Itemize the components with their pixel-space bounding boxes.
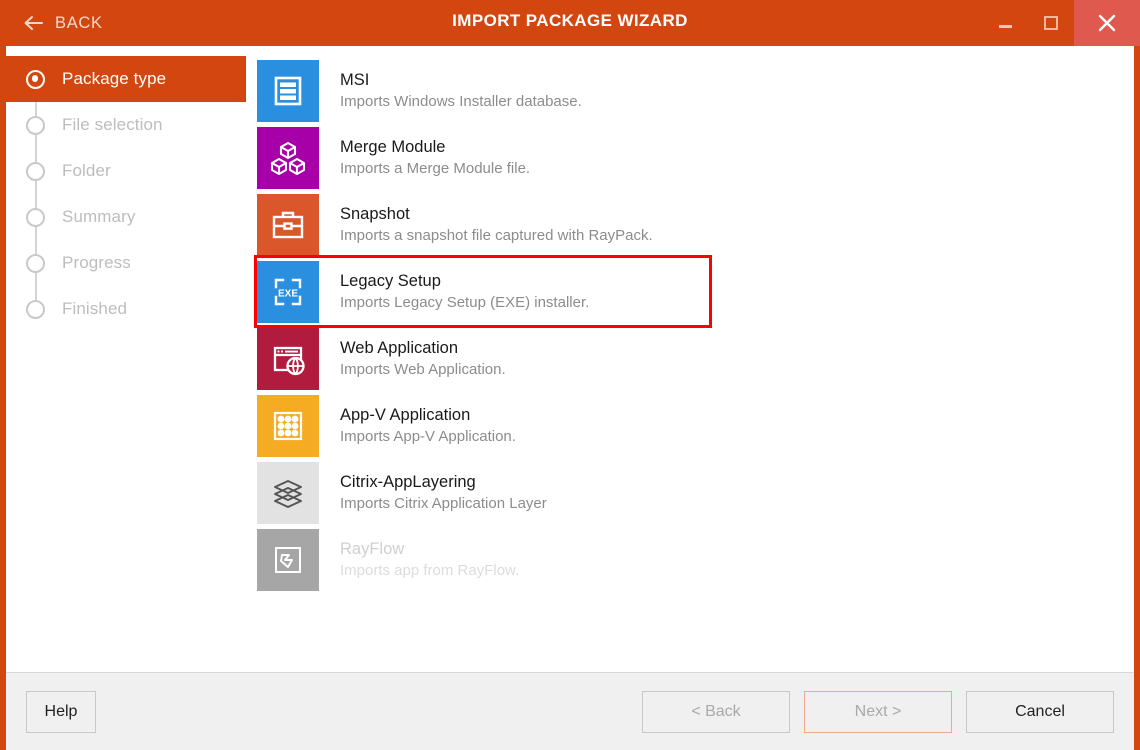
package-type-title: Snapshot [340,203,653,225]
sidebar-item-label: Summary [62,207,135,227]
package-type-option-merge-module[interactable]: Merge Module Imports a Merge Module file… [257,124,709,191]
step-marker-icon [26,208,45,227]
package-type-text: App-V Application Imports App-V Applicat… [340,404,516,448]
window-body: Package type File selection Folder Summa… [6,46,1134,750]
rayflow-download-icon [257,529,319,591]
sidebar-item-label: Finished [62,299,127,319]
package-type-description: Imports a snapshot file captured with Ra… [340,226,653,246]
package-type-title: Legacy Setup [340,270,589,292]
package-type-description: Imports Web Application. [340,360,506,380]
next-nav-button[interactable]: Next > [804,691,952,733]
package-type-description: Imports App-V Application. [340,427,516,447]
package-type-option-msi[interactable]: MSI Imports Windows Installer database. [257,57,709,124]
cancel-button[interactable]: Cancel [966,691,1114,733]
back-button[interactable]: BACK [16,9,109,37]
sidebar-item-label: Progress [62,253,131,273]
legacy-setup-exe-icon: EXE [257,261,319,323]
step-marker-icon [26,70,45,89]
sidebar-item-summary[interactable]: Summary [6,194,246,240]
content-area: Package type File selection Folder Summa… [6,46,1134,672]
package-type-title: App-V Application [340,404,516,426]
sidebar-item-folder[interactable]: Folder [6,148,246,194]
import-package-wizard-window: BACK IMPORT PACKAGE WIZARD [0,0,1140,750]
maximize-button[interactable] [1028,0,1074,46]
package-type-option-citrix-applayering[interactable]: Citrix-AppLayering Imports Citrix Applic… [257,459,709,526]
help-button[interactable]: Help [26,691,96,733]
minimize-button[interactable] [982,0,1028,46]
package-type-list: MSI Imports Windows Installer database. [246,46,1134,672]
package-type-option-appv-application[interactable]: App-V Application Imports App-V Applicat… [257,392,709,459]
package-type-description: Imports app from RayFlow. [340,561,519,581]
minimize-icon [999,25,1012,28]
back-nav-button[interactable]: < Back [642,691,790,733]
package-type-title: Citrix-AppLayering [340,471,547,493]
package-type-description: Imports a Merge Module file. [340,159,530,179]
sidebar-item-label: Folder [62,161,111,181]
package-type-text: MSI Imports Windows Installer database. [340,69,582,113]
title-bar: BACK IMPORT PACKAGE WIZARD [0,0,1140,46]
msi-database-icon [257,60,319,122]
step-marker-icon [26,116,45,135]
snapshot-toolbox-icon [257,194,319,256]
back-button-label: BACK [55,14,103,33]
sidebar-item-label: File selection [62,115,163,135]
package-type-text: Merge Module Imports a Merge Module file… [340,136,530,180]
page-title: IMPORT PACKAGE WIZARD [0,11,1140,31]
sidebar-item-progress[interactable]: Progress [6,240,246,286]
merge-module-cubes-icon [257,127,319,189]
package-type-text: Snapshot Imports a snapshot file capture… [340,203,653,247]
package-type-description: Imports Legacy Setup (EXE) installer. [340,293,589,313]
package-type-option-legacy-setup[interactable]: EXE Legacy Setup Imports Legacy Setup (E… [257,258,709,325]
package-type-option-web-application[interactable]: Web Application Imports Web Application. [257,325,709,392]
window-controls [982,0,1140,46]
step-marker-icon [26,162,45,181]
close-icon [1097,13,1117,33]
package-type-text: Legacy Setup Imports Legacy Setup (EXE) … [340,270,589,314]
sidebar-item-package-type[interactable]: Package type [6,56,246,102]
svg-text:EXE: EXE [278,288,298,299]
package-type-option-snapshot[interactable]: Snapshot Imports a snapshot file capture… [257,191,709,258]
package-type-text: Citrix-AppLayering Imports Citrix Applic… [340,471,547,515]
close-button[interactable] [1074,0,1140,46]
package-type-option-rayflow: RayFlow Imports app from RayFlow. [257,526,709,593]
arrow-left-icon [22,12,44,34]
sidebar-item-label: Package type [62,69,166,89]
wizard-steps-sidebar: Package type File selection Folder Summa… [6,46,246,672]
sidebar-item-file-selection[interactable]: File selection [6,102,246,148]
package-type-description: Imports Citrix Application Layer [340,494,547,514]
step-marker-icon [26,300,45,319]
sidebar-item-finished[interactable]: Finished [6,286,246,332]
package-type-text: RayFlow Imports app from RayFlow. [340,538,519,582]
appv-grid-icon [257,395,319,457]
package-type-title: Merge Module [340,136,530,158]
footer-bar: Help < Back Next > Cancel [6,672,1134,750]
package-type-title: MSI [340,69,582,91]
package-type-description: Imports Windows Installer database. [340,92,582,112]
package-type-title: Web Application [340,337,506,359]
maximize-icon [1044,16,1058,30]
citrix-layers-icon [257,462,319,524]
package-type-title: RayFlow [340,538,519,560]
step-marker-icon [26,254,45,273]
package-type-text: Web Application Imports Web Application. [340,337,506,381]
web-application-browser-globe-icon [257,328,319,390]
